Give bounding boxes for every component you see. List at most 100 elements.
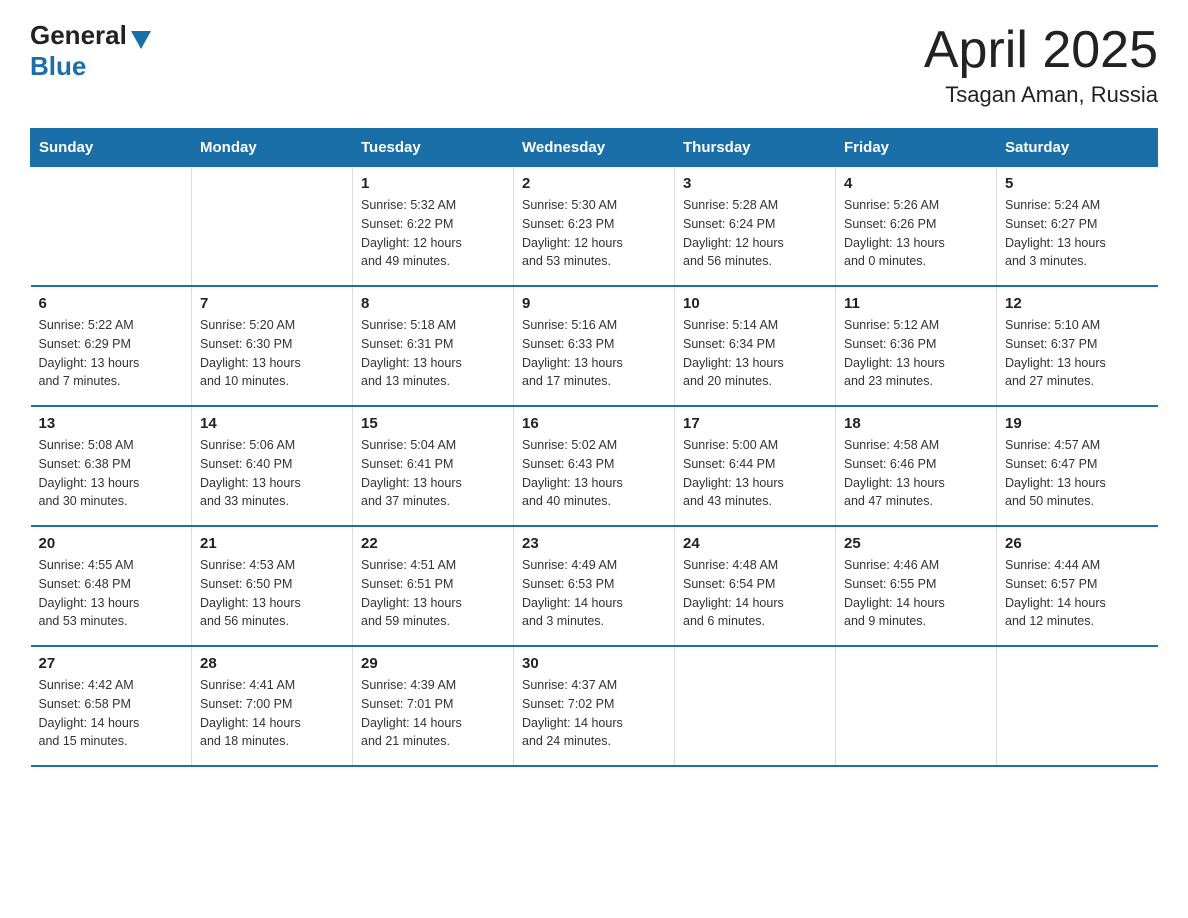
day-number: 28 — [200, 655, 344, 672]
day-info: Sunrise: 5:24 AM Sunset: 6:27 PM Dayligh… — [1005, 196, 1150, 271]
day-info: Sunrise: 5:32 AM Sunset: 6:22 PM Dayligh… — [361, 196, 505, 271]
logo-triangle-icon — [129, 23, 151, 49]
day-number: 14 — [200, 415, 344, 432]
day-number: 13 — [39, 415, 184, 432]
day-number: 27 — [39, 655, 184, 672]
day-number: 17 — [683, 415, 827, 432]
day-number: 26 — [1005, 535, 1150, 552]
day-number: 7 — [200, 295, 344, 312]
day-number: 9 — [522, 295, 666, 312]
day-info: Sunrise: 5:20 AM Sunset: 6:30 PM Dayligh… — [200, 316, 344, 391]
day-info: Sunrise: 5:18 AM Sunset: 6:31 PM Dayligh… — [361, 316, 505, 391]
day-info: Sunrise: 4:48 AM Sunset: 6:54 PM Dayligh… — [683, 556, 827, 631]
day-number: 2 — [522, 175, 666, 192]
day-info: Sunrise: 5:02 AM Sunset: 6:43 PM Dayligh… — [522, 436, 666, 511]
day-info: Sunrise: 5:28 AM Sunset: 6:24 PM Dayligh… — [683, 196, 827, 271]
day-number: 10 — [683, 295, 827, 312]
col-header-sunday: Sunday — [31, 129, 192, 167]
day-number: 23 — [522, 535, 666, 552]
day-cell: 19Sunrise: 4:57 AM Sunset: 6:47 PM Dayli… — [997, 406, 1158, 526]
day-cell — [192, 167, 353, 287]
logo: General Blue — [30, 20, 151, 82]
col-header-tuesday: Tuesday — [353, 129, 514, 167]
day-cell: 20Sunrise: 4:55 AM Sunset: 6:48 PM Dayli… — [31, 526, 192, 646]
day-info: Sunrise: 5:00 AM Sunset: 6:44 PM Dayligh… — [683, 436, 827, 511]
logo-blue: Blue — [30, 51, 151, 82]
day-cell: 27 Sunrise: 4:42 AM Sunset: 6:58 PM Dayli… — [31, 646, 192, 766]
day-number: 30 — [522, 655, 666, 672]
day-number: 16 — [522, 415, 666, 432]
day-cell: 11 Sunrise: 5:12 AM Sunset: 6:36 PM Dayli… — [836, 286, 997, 406]
day-info: Sunrise: 5:08 AM Sunset: 6:38 PM Dayligh… — [39, 436, 184, 511]
week-row-5: 27 Sunrise: 4:42 AM Sunset: 6:58 PM Dayli… — [31, 646, 1158, 766]
day-cell: 4 Sunrise: 5:26 AM Sunset: 6:26 PM Daylig… — [836, 167, 997, 287]
day-cell — [836, 646, 997, 766]
day-cell: 18 Sunrise: 4:58 AM Sunset: 6:46 PM Dayli… — [836, 406, 997, 526]
day-info: Sunrise: 5:04 AM Sunset: 6:41 PM Dayligh… — [361, 436, 505, 511]
day-info: Sunrise: 5:14 AM Sunset: 6:34 PM Dayligh… — [683, 316, 827, 391]
title-block: April 2025 Tsagan Aman, Russia — [924, 20, 1158, 108]
day-info: Sunrise: 4:46 AM Sunset: 6:55 PM Dayligh… — [844, 556, 988, 631]
day-number: 3 — [683, 175, 827, 192]
day-number: 6 — [39, 295, 184, 312]
day-cell: 24 Sunrise: 4:48 AM Sunset: 6:54 PM Dayli… — [675, 526, 836, 646]
day-info: Sunrise: 5:12 AM Sunset: 6:36 PM Dayligh… — [844, 316, 988, 391]
week-row-4: 20Sunrise: 4:55 AM Sunset: 6:48 PM Dayli… — [31, 526, 1158, 646]
day-number: 18 — [844, 415, 988, 432]
day-cell — [675, 646, 836, 766]
col-header-thursday: Thursday — [675, 129, 836, 167]
day-info: Sunrise: 5:10 AM Sunset: 6:37 PM Dayligh… — [1005, 316, 1150, 391]
day-number: 5 — [1005, 175, 1150, 192]
day-cell: 22 Sunrise: 4:51 AM Sunset: 6:51 PM Dayli… — [353, 526, 514, 646]
week-row-3: 13 Sunrise: 5:08 AM Sunset: 6:38 PM Dayli… — [31, 406, 1158, 526]
day-cell: 6 Sunrise: 5:22 AM Sunset: 6:29 PM Daylig… — [31, 286, 192, 406]
day-info: Sunrise: 4:42 AM Sunset: 6:58 PM Dayligh… — [39, 676, 184, 751]
day-info: Sunrise: 4:39 AM Sunset: 7:01 PM Dayligh… — [361, 676, 505, 751]
day-info: Sunrise: 4:37 AM Sunset: 7:02 PM Dayligh… — [522, 676, 666, 751]
col-header-saturday: Saturday — [997, 129, 1158, 167]
day-number: 21 — [200, 535, 344, 552]
day-cell: 8 Sunrise: 5:18 AM Sunset: 6:31 PM Daylig… — [353, 286, 514, 406]
week-row-2: 6 Sunrise: 5:22 AM Sunset: 6:29 PM Daylig… — [31, 286, 1158, 406]
day-cell: 13 Sunrise: 5:08 AM Sunset: 6:38 PM Dayli… — [31, 406, 192, 526]
day-number: 22 — [361, 535, 505, 552]
col-header-wednesday: Wednesday — [514, 129, 675, 167]
col-header-friday: Friday — [836, 129, 997, 167]
day-cell: 7 Sunrise: 5:20 AM Sunset: 6:30 PM Daylig… — [192, 286, 353, 406]
day-info: Sunrise: 5:26 AM Sunset: 6:26 PM Dayligh… — [844, 196, 988, 271]
day-cell: 17 Sunrise: 5:00 AM Sunset: 6:44 PM Dayli… — [675, 406, 836, 526]
day-cell — [31, 167, 192, 287]
day-cell: 10 Sunrise: 5:14 AM Sunset: 6:34 PM Dayli… — [675, 286, 836, 406]
day-info: Sunrise: 5:06 AM Sunset: 6:40 PM Dayligh… — [200, 436, 344, 511]
day-cell: 9Sunrise: 5:16 AM Sunset: 6:33 PM Daylig… — [514, 286, 675, 406]
calendar-subtitle: Tsagan Aman, Russia — [924, 82, 1158, 108]
day-info: Sunrise: 4:58 AM Sunset: 6:46 PM Dayligh… — [844, 436, 988, 511]
day-cell: 1 Sunrise: 5:32 AM Sunset: 6:22 PM Daylig… — [353, 167, 514, 287]
day-cell: 15 Sunrise: 5:04 AM Sunset: 6:41 PM Dayli… — [353, 406, 514, 526]
day-cell: 26 Sunrise: 4:44 AM Sunset: 6:57 PM Dayli… — [997, 526, 1158, 646]
day-info: Sunrise: 5:22 AM Sunset: 6:29 PM Dayligh… — [39, 316, 184, 391]
day-number: 15 — [361, 415, 505, 432]
week-row-1: 1 Sunrise: 5:32 AM Sunset: 6:22 PM Daylig… — [31, 167, 1158, 287]
day-number: 4 — [844, 175, 988, 192]
day-cell: 3 Sunrise: 5:28 AM Sunset: 6:24 PM Daylig… — [675, 167, 836, 287]
day-info: Sunrise: 4:49 AM Sunset: 6:53 PM Dayligh… — [522, 556, 666, 631]
day-number: 11 — [844, 295, 988, 312]
day-number: 24 — [683, 535, 827, 552]
day-cell — [997, 646, 1158, 766]
day-info: Sunrise: 4:55 AM Sunset: 6:48 PM Dayligh… — [39, 556, 184, 631]
day-cell: 21Sunrise: 4:53 AM Sunset: 6:50 PM Dayli… — [192, 526, 353, 646]
calendar-table: SundayMondayTuesdayWednesdayThursdayFrid… — [30, 128, 1158, 767]
day-info: Sunrise: 4:41 AM Sunset: 7:00 PM Dayligh… — [200, 676, 344, 751]
logo-general: General — [30, 20, 127, 51]
day-number: 12 — [1005, 295, 1150, 312]
col-header-monday: Monday — [192, 129, 353, 167]
day-number: 29 — [361, 655, 505, 672]
day-number: 8 — [361, 295, 505, 312]
page-header: General Blue April 2025 Tsagan Aman, Rus… — [30, 20, 1158, 108]
day-number: 1 — [361, 175, 505, 192]
day-info: Sunrise: 5:30 AM Sunset: 6:23 PM Dayligh… — [522, 196, 666, 271]
day-cell: 25Sunrise: 4:46 AM Sunset: 6:55 PM Dayli… — [836, 526, 997, 646]
day-info: Sunrise: 4:44 AM Sunset: 6:57 PM Dayligh… — [1005, 556, 1150, 631]
day-info: Sunrise: 4:51 AM Sunset: 6:51 PM Dayligh… — [361, 556, 505, 631]
